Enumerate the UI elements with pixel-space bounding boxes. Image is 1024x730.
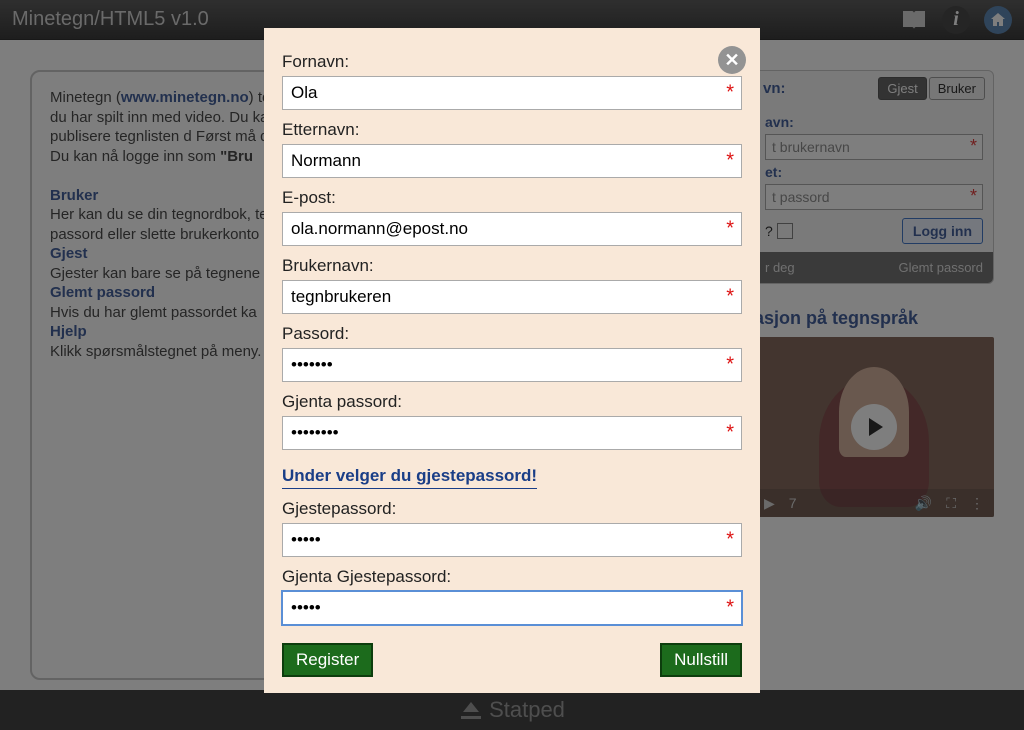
gjenta-gjestepassord-label: Gjenta Gjestepassord: — [282, 567, 742, 587]
brukernavn-label: Brukernavn: — [282, 256, 742, 276]
epost-label: E-post: — [282, 188, 742, 208]
required-star: * — [726, 422, 734, 445]
brukernavn-input[interactable] — [282, 280, 742, 314]
required-star: * — [726, 82, 734, 105]
fornavn-label: Fornavn: — [282, 52, 742, 72]
close-icon[interactable]: ✕ — [718, 46, 746, 74]
required-star: * — [726, 597, 734, 620]
nullstill-button[interactable]: Nullstill — [660, 643, 742, 677]
required-star: * — [726, 286, 734, 309]
required-star: * — [726, 150, 734, 173]
gjestepassord-input[interactable] — [282, 523, 742, 557]
passord-label: Passord: — [282, 324, 742, 344]
guest-password-note: Under velger du gjestepassord! — [282, 466, 537, 489]
passord-input[interactable] — [282, 348, 742, 382]
required-star: * — [726, 354, 734, 377]
etternavn-input[interactable] — [282, 144, 742, 178]
etternavn-label: Etternavn: — [282, 120, 742, 140]
required-star: * — [726, 218, 734, 241]
epost-input[interactable] — [282, 212, 742, 246]
register-modal: ✕ Fornavn: * Etternavn: * E-post: * Bruk… — [264, 28, 760, 693]
register-button[interactable]: Register — [282, 643, 373, 677]
gjenta-gjestepassord-input[interactable] — [282, 591, 742, 625]
required-star: * — [726, 529, 734, 552]
gjenta-passord-input[interactable] — [282, 416, 742, 450]
gjestepassord-label: Gjestepassord: — [282, 499, 742, 519]
fornavn-input[interactable] — [282, 76, 742, 110]
gjenta-passord-label: Gjenta passord: — [282, 392, 742, 412]
